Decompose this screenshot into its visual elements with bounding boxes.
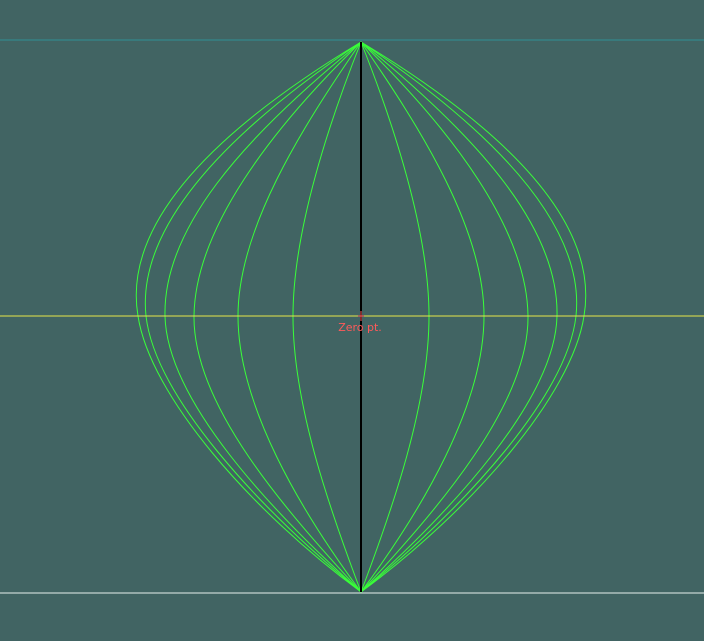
profile-curve [360,41,529,593]
profile-curve [360,41,578,593]
profile-curve [360,41,587,593]
cad-viewport[interactable]: Zero pt. [0,0,704,641]
profile-curve [237,41,362,593]
zero-point-marker[interactable] [358,311,364,321]
zero-point-label: Zero pt. [338,321,382,334]
profile-curve [135,41,362,593]
profile-curve [360,41,485,593]
viewport-canvas[interactable]: Zero pt. [0,0,704,641]
profile-curve [360,41,430,593]
profile-curve [144,41,362,593]
profile-curve [193,41,362,593]
profile-curve [292,41,362,593]
